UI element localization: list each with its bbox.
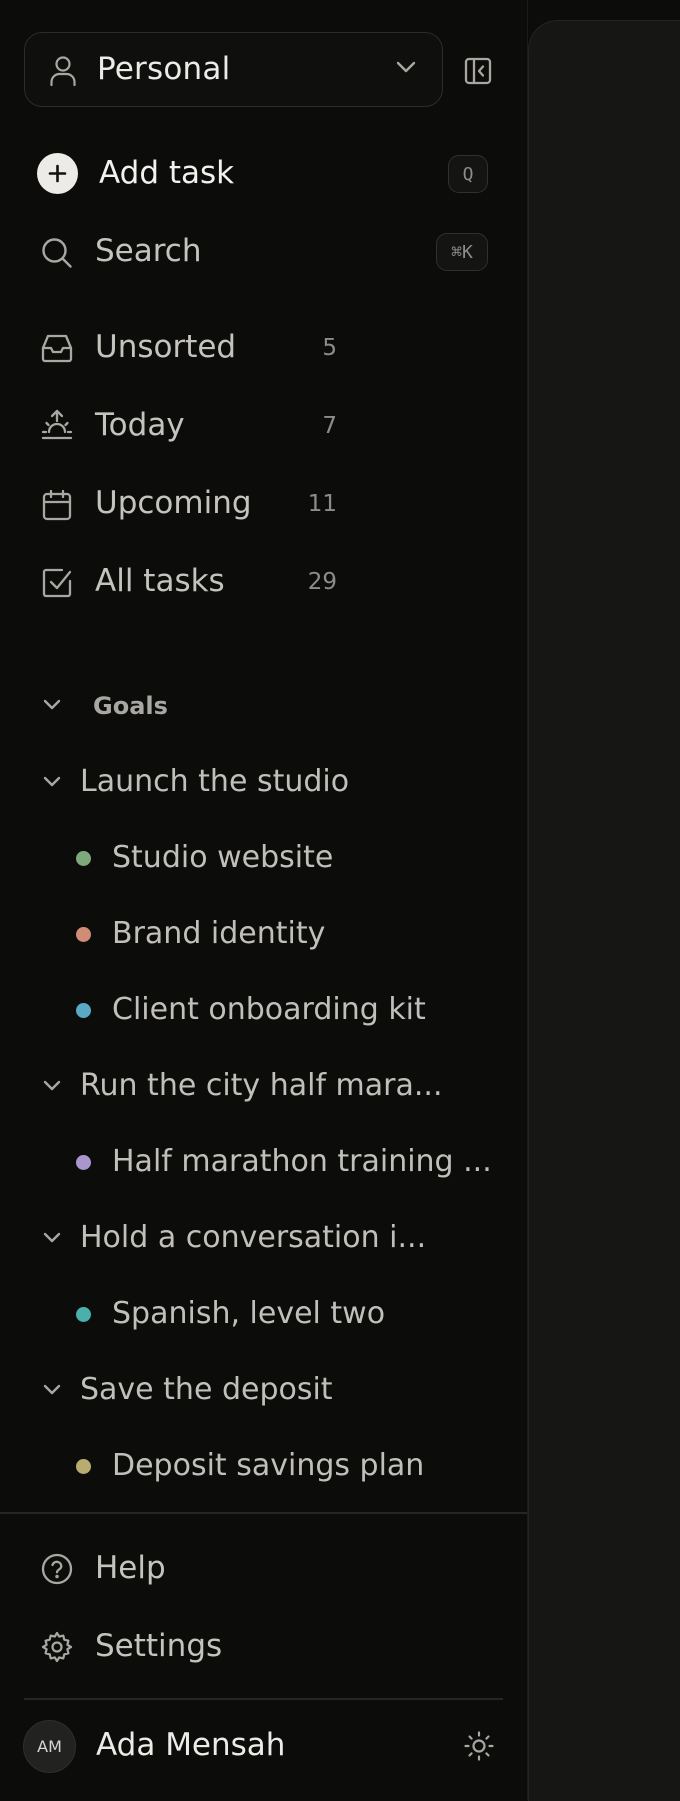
collapse-sidebar-icon[interactable] [463, 56, 493, 86]
chevron-down-icon [42, 775, 62, 789]
inbox-icon [40, 332, 74, 364]
sunrise-icon [40, 408, 74, 442]
help-circle-icon [40, 1552, 74, 1586]
project-label: Deposit savings plan [112, 1448, 425, 1483]
project-label: Spanish, level two [112, 1296, 386, 1331]
workspace-name: Personal [97, 51, 231, 87]
workspace-switcher[interactable]: Personal [24, 32, 443, 107]
nav-label-all-tasks: All tasks [95, 563, 225, 599]
project-color-dot [76, 1307, 91, 1322]
sun-icon[interactable] [463, 1730, 495, 1762]
chevron-down-icon [42, 698, 62, 712]
nav-count-upcoming: 11 [307, 491, 337, 517]
goals-section-title: Goals [93, 692, 168, 720]
help-label: Help [95, 1550, 166, 1586]
goal-label: Save the deposit [80, 1372, 333, 1407]
project-label: Client onboarding kit [112, 992, 426, 1027]
sidebar: Personal Add task Q Search ⌘K Unsorted 5… [0, 0, 527, 1800]
project-color-dot [76, 1003, 91, 1018]
chevron-down-icon [395, 60, 417, 74]
search-label: Search [95, 233, 202, 269]
nav-label-upcoming: Upcoming [95, 485, 252, 521]
project-label: Brand identity [112, 916, 326, 951]
goal-label: Hold a conversation i... [80, 1220, 427, 1255]
nav-count-today: 7 [322, 413, 337, 439]
plus-icon [37, 153, 78, 194]
goal-label: Launch the studio [80, 764, 350, 799]
check-square-icon [40, 566, 74, 600]
gear-icon [40, 1630, 74, 1664]
project-color-dot [76, 927, 91, 942]
nav-count-all-tasks: 29 [307, 569, 337, 595]
add-task-shortcut: Q [448, 155, 488, 193]
project-color-dot [76, 1459, 91, 1474]
chevron-down-icon [42, 1383, 62, 1397]
project-color-dot [76, 851, 91, 866]
nav-label-unsorted: Unsorted [95, 329, 237, 365]
chevron-down-icon [42, 1079, 62, 1093]
chevron-down-icon [42, 1231, 62, 1245]
project-label: Half marathon training ... [112, 1144, 492, 1179]
settings-label: Settings [95, 1628, 223, 1664]
goal-label: Run the city half mara... [80, 1068, 443, 1103]
avatar: AM [23, 1720, 76, 1773]
user-name: Ada Mensah [96, 1727, 286, 1763]
add-task-label: Add task [99, 155, 235, 191]
nav-label-today: Today [95, 407, 185, 443]
user-divider [24, 1698, 503, 1700]
footer-divider [0, 1512, 527, 1514]
person-icon [49, 55, 77, 87]
search-icon [40, 236, 74, 270]
nav-count-unsorted: 5 [322, 335, 337, 361]
search-shortcut: ⌘K [436, 233, 488, 271]
project-label: Studio website [112, 840, 334, 875]
project-color-dot [76, 1155, 91, 1170]
main-content-pane [528, 20, 680, 1801]
calendar-icon [40, 488, 74, 522]
